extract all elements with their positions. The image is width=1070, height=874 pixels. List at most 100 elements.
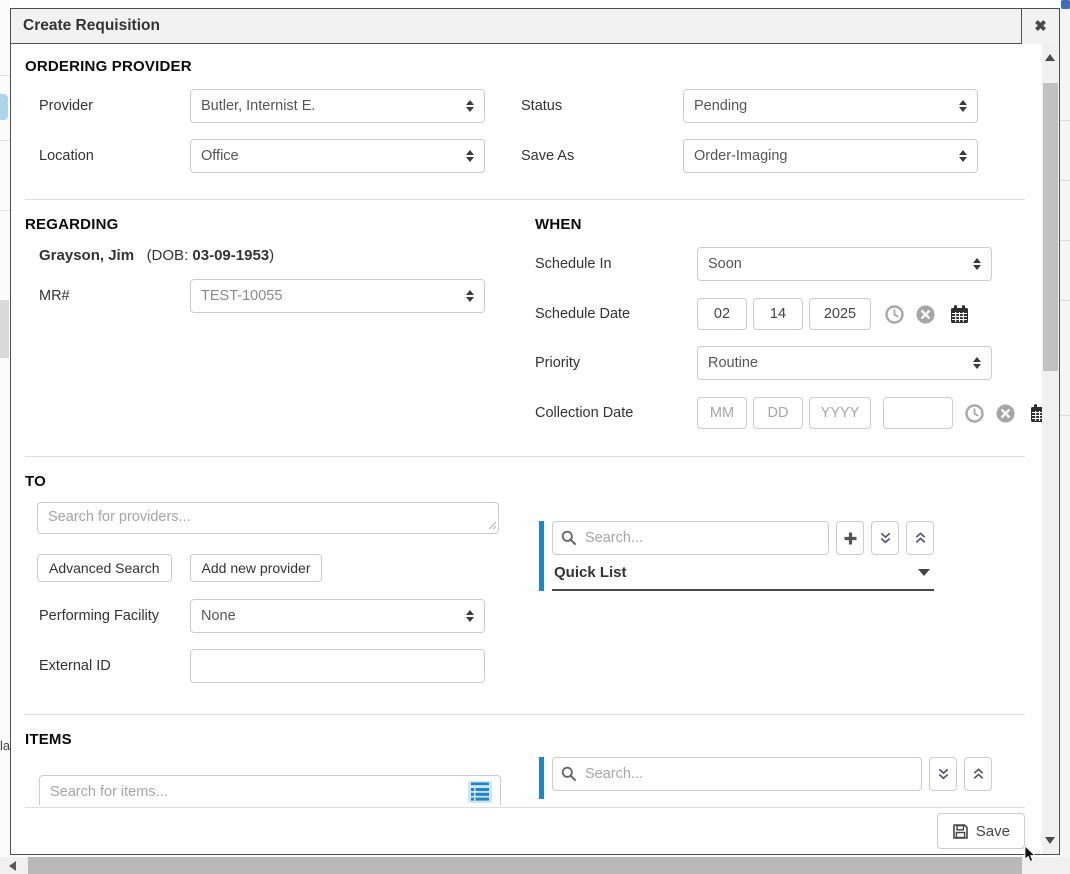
background-line (0, 210, 10, 211)
background-text-fragment: la (0, 738, 10, 753)
section-divider (25, 199, 1025, 200)
to-heading: TO (25, 473, 1025, 490)
scroll-up-arrow-icon[interactable] (1045, 54, 1055, 61)
quick-list-label: Quick List (554, 564, 627, 581)
ordering-provider-heading: ORDERING PROVIDER (25, 58, 1025, 75)
schedule-year-input[interactable] (809, 298, 871, 330)
select-caret-icon (959, 150, 967, 162)
horizontal-scrollbar-thumb[interactable] (28, 857, 1022, 874)
schedule-calendar-icon[interactable] (949, 304, 970, 325)
performing-facility-label: Performing Facility (25, 608, 190, 624)
save-as-select[interactable]: Order-Imaging (683, 139, 978, 173)
dialog-vertical-scrollbar[interactable] (1042, 44, 1059, 854)
background-blue-fragment (1061, 0, 1070, 9)
caret-down-icon (918, 569, 930, 576)
priority-select[interactable]: Routine (697, 346, 992, 380)
dialog-body: ORDERING PROVIDER Provider Butler, Inter… (11, 44, 1059, 854)
schedule-in-select-value: Soon (708, 256, 742, 272)
mr-number-select-value: TEST-10055 (201, 288, 282, 304)
double-chevron-down-icon (936, 767, 951, 782)
resize-grip-icon[interactable] (488, 517, 497, 535)
save-floppy-icon (952, 823, 969, 840)
dialog-header: Create Requisition ✖ (11, 9, 1059, 44)
patient-name: Grayson, Jim (39, 247, 134, 264)
collection-time-clock-icon[interactable] (965, 404, 984, 423)
items-collapse-all-button[interactable] (964, 757, 992, 791)
mr-number-label: MR# (25, 288, 190, 304)
background-page-left-strip: la (0, 0, 10, 874)
add-new-provider-button[interactable]: Add new provider (190, 554, 323, 582)
dob-suffix: ) (269, 247, 274, 264)
mr-number-select[interactable]: TEST-10055 (190, 279, 485, 313)
section-divider (25, 456, 1025, 457)
schedule-time-clock-icon[interactable] (885, 305, 904, 324)
select-caret-icon (466, 100, 474, 112)
to-quicklist-search-input[interactable] (552, 521, 829, 555)
plus-icon (843, 531, 858, 546)
vertical-scrollbar-thumb[interactable] (1043, 83, 1058, 371)
select-caret-icon (466, 150, 474, 162)
page-horizontal-scrollbar[interactable] (0, 857, 1070, 874)
item-list-toggle-icon[interactable] (467, 780, 493, 805)
expand-all-button[interactable] (871, 521, 899, 555)
schedule-in-label: Schedule In (535, 256, 697, 272)
quick-list-group-header[interactable]: Quick List (552, 555, 934, 591)
schedule-clear-icon[interactable] (916, 305, 935, 324)
provider-select-value: Butler, Internist E. (201, 98, 315, 114)
create-requisition-dialog: Create Requisition ✖ ORDERING PROVIDER P… (10, 8, 1060, 855)
select-caret-icon (973, 258, 981, 270)
advanced-search-button[interactable]: Advanced Search (37, 554, 172, 582)
double-chevron-up-icon (971, 767, 986, 782)
quick-panel-accent-bar (539, 757, 544, 799)
items-heading: ITEMS (25, 731, 72, 748)
schedule-in-select[interactable]: Soon (697, 247, 992, 281)
scroll-down-arrow-icon[interactable] (1045, 837, 1055, 844)
item-search-input[interactable] (39, 775, 501, 805)
background-line (1060, 120, 1070, 121)
collection-clear-icon[interactable] (996, 404, 1015, 423)
performing-facility-select-value: None (201, 608, 236, 624)
mouse-cursor-icon (1024, 846, 1038, 869)
external-id-input[interactable] (190, 649, 485, 683)
performing-facility-select[interactable]: None (190, 599, 485, 633)
search-icon (561, 766, 577, 782)
schedule-day-input[interactable] (753, 298, 803, 330)
status-label: Status (521, 98, 683, 114)
collection-month-input[interactable] (697, 397, 747, 429)
dialog-footer: Save (25, 807, 1025, 854)
close-button[interactable]: ✖ (1021, 9, 1059, 44)
quick-panel-accent-bar (539, 521, 544, 591)
collection-time-input[interactable] (883, 397, 953, 429)
dob-prefix: (DOB: (147, 247, 193, 264)
close-icon: ✖ (1034, 17, 1047, 35)
items-quick-panel (539, 757, 992, 799)
location-label: Location (25, 148, 190, 164)
dialog-title: Create Requisition (11, 17, 1021, 35)
provider-label: Provider (25, 98, 190, 114)
double-chevron-down-icon (878, 531, 893, 546)
regarding-heading: REGARDING (25, 216, 535, 233)
select-caret-icon (973, 357, 981, 369)
save-button[interactable]: Save (937, 813, 1025, 849)
provider-select[interactable]: Butler, Internist E. (190, 89, 485, 123)
status-select[interactable]: Pending (683, 89, 978, 123)
save-button-label: Save (976, 823, 1010, 840)
collapse-all-button[interactable] (906, 521, 934, 555)
items-expand-all-button[interactable] (929, 757, 957, 791)
location-select-value: Office (201, 148, 239, 164)
location-select[interactable]: Office (190, 139, 485, 173)
scroll-left-arrow-icon[interactable] (9, 861, 16, 871)
items-section: ITEMS (25, 715, 1025, 805)
priority-label: Priority (535, 355, 697, 371)
background-line (1060, 180, 1070, 181)
select-caret-icon (466, 610, 474, 622)
save-as-label: Save As (521, 148, 683, 164)
priority-select-value: Routine (708, 355, 758, 371)
background-line (1060, 240, 1070, 241)
provider-search-textarea[interactable] (37, 502, 499, 534)
collection-day-input[interactable] (753, 397, 803, 429)
schedule-month-input[interactable] (697, 298, 747, 330)
items-quicklist-search-input[interactable] (552, 757, 922, 791)
collection-year-input[interactable] (809, 397, 871, 429)
add-to-quicklist-button[interactable] (836, 521, 864, 555)
